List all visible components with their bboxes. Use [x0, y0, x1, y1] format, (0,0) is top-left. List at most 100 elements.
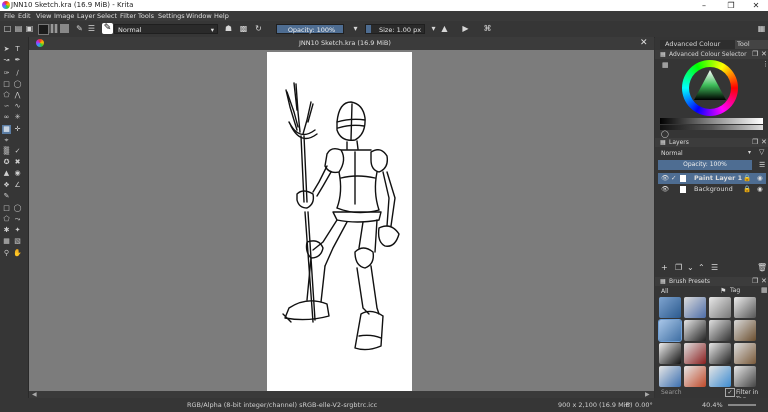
- history-icon[interactable]: ◯: [661, 130, 669, 138]
- rotation-value[interactable]: 0.00°: [635, 401, 653, 409]
- alpha-lock-icon[interactable]: ◉: [757, 184, 763, 195]
- calligraphy-tool-icon[interactable]: ✒: [13, 56, 22, 65]
- brush-preset[interactable]: [658, 319, 682, 342]
- menu-tools[interactable]: Tools: [138, 12, 154, 20]
- crop-tool-icon[interactable]: ⌖: [2, 136, 11, 145]
- layer-properties-icon[interactable]: ☰: [711, 263, 718, 272]
- menu-image[interactable]: Image: [54, 12, 74, 20]
- scroll-right-icon[interactable]: ▶: [645, 391, 650, 398]
- size-slider[interactable]: Size: 1.00 px: [365, 24, 425, 34]
- close-window-button[interactable]: ✕: [745, 0, 767, 11]
- brush-preset[interactable]: [734, 343, 756, 364]
- menu-view[interactable]: View: [36, 12, 51, 20]
- select-shapes-tool-icon[interactable]: ➤: [2, 45, 11, 54]
- menu-layer[interactable]: Layer: [77, 12, 95, 20]
- blend-mode-select[interactable]: Normal ▾: [114, 24, 218, 34]
- brush-preset[interactable]: [709, 320, 731, 341]
- move-tool-icon[interactable]: ✛: [13, 125, 22, 134]
- gradient-icon[interactable]: [49, 24, 58, 33]
- menu-file[interactable]: File: [4, 12, 15, 20]
- menu-select[interactable]: Select: [97, 12, 117, 20]
- color-sampler-tool-icon[interactable]: ✓: [13, 147, 22, 156]
- brush-preset[interactable]: [734, 320, 756, 341]
- filter-in-tag-checkbox[interactable]: ✓: [725, 388, 735, 397]
- brush-preset-icon[interactable]: ✎: [102, 23, 113, 34]
- hue-ring[interactable]: [682, 60, 738, 116]
- new-document-icon[interactable]: □: [3, 24, 12, 33]
- brush-settings-icon[interactable]: ☰: [87, 24, 96, 33]
- brush-preset[interactable]: [659, 366, 681, 387]
- polyline-tool-icon[interactable]: ⋀: [13, 91, 22, 100]
- eye-icon[interactable]: 👁: [661, 184, 669, 195]
- move-down-icon[interactable]: ⌄: [687, 263, 694, 272]
- edit-shapes-tool-icon[interactable]: ↝: [2, 56, 11, 65]
- tab-tool-options[interactable]: Tool Opt...: [735, 40, 768, 57]
- brush-preset[interactable]: [684, 343, 706, 364]
- brush-view-icon[interactable]: ▦: [761, 286, 768, 294]
- shade-slider[interactable]: [660, 125, 763, 130]
- size-options-icon[interactable]: ▾: [429, 24, 438, 33]
- reference-tool-icon[interactable]: ✎: [2, 192, 11, 201]
- bezier-tool-icon[interactable]: ∽: [2, 102, 11, 111]
- layer-row[interactable]: 👁 Background 🔒 ◉: [658, 184, 766, 195]
- rectangle-tool-icon[interactable]: □: [2, 80, 11, 89]
- duplicate-layer-icon[interactable]: ❐: [675, 263, 682, 272]
- gradient-tool-icon[interactable]: ▒: [2, 147, 11, 156]
- zoom-value[interactable]: 40.4%: [702, 401, 723, 409]
- rotate-left-icon[interactable]: ↶: [625, 401, 630, 409]
- dynamic-brush-tool-icon[interactable]: ∞: [2, 113, 11, 122]
- menu-icon[interactable]: ☰: [759, 161, 765, 169]
- polygonal-selection-icon[interactable]: ⬠: [2, 215, 11, 224]
- brush-preset[interactable]: [709, 366, 731, 387]
- horizontal-scrollbar[interactable]: ◀ ▶: [29, 391, 654, 398]
- magnetic-selection-icon[interactable]: ▧: [13, 237, 22, 246]
- similar-selection-icon[interactable]: ✦: [13, 226, 22, 235]
- foreground-color-swatch[interactable]: [38, 24, 49, 35]
- filter-icon[interactable]: ▽: [759, 148, 764, 156]
- layer-opacity-slider[interactable]: Opacity: 100%: [658, 160, 752, 170]
- close-icon[interactable]: ✕: [761, 277, 767, 285]
- tab-advanced-colour-selector[interactable]: Advanced Colour Sele...: [660, 40, 735, 57]
- eraser-mode-icon[interactable]: ☗: [224, 24, 233, 33]
- transform-tool-icon[interactable]: ▦: [2, 125, 11, 134]
- freehand-selection-icon[interactable]: ⤳: [13, 215, 22, 224]
- scroll-left-icon[interactable]: ◀: [32, 391, 37, 398]
- checkbox-icon[interactable]: ✓: [671, 173, 676, 184]
- close-document-icon[interactable]: ✕: [640, 38, 648, 48]
- assistant-tool-icon[interactable]: ❖: [2, 181, 11, 190]
- fill-tool-icon[interactable]: ▲: [2, 169, 11, 178]
- brush-preset[interactable]: [684, 297, 706, 318]
- elliptical-selection-icon[interactable]: ◯: [13, 204, 22, 213]
- smart-patch-tool-icon[interactable]: ✖: [13, 158, 22, 167]
- workspace-icon[interactable]: ▦: [757, 24, 766, 33]
- chevron-down-icon[interactable]: ▾: [748, 149, 751, 156]
- brush-preset[interactable]: [684, 366, 706, 387]
- measure-tool-icon[interactable]: ∠: [13, 181, 22, 190]
- menu-filter[interactable]: Filter: [120, 12, 136, 20]
- multibrush-tool-icon[interactable]: ✳: [13, 113, 22, 122]
- colour-settings-icon[interactable]: ▦: [662, 61, 669, 69]
- open-icon[interactable]: ▤: [14, 24, 23, 33]
- float-icon[interactable]: ❐: [752, 50, 758, 58]
- move-up-icon[interactable]: ⌃: [698, 263, 705, 272]
- ellipse-tool-icon[interactable]: ◯: [13, 80, 22, 89]
- preserve-alpha-icon[interactable]: ▩: [239, 24, 248, 33]
- brush-filter-select[interactable]: All: [658, 287, 721, 296]
- alpha-lock-icon[interactable]: ◉: [757, 173, 763, 184]
- pan-tool-icon[interactable]: ✋: [13, 249, 22, 258]
- enclose-fill-tool-icon[interactable]: ◉: [13, 169, 22, 178]
- layer-row[interactable]: 👁 ✓ Paint Layer 1 🔒 ◉: [658, 173, 766, 184]
- reload-preset-icon[interactable]: ↻: [254, 24, 263, 33]
- menu-help[interactable]: Help: [214, 12, 229, 20]
- freehand-brush-tool-icon[interactable]: ✑: [2, 69, 11, 78]
- rectangular-selection-icon[interactable]: □: [2, 204, 11, 213]
- float-icon[interactable]: ❐: [752, 277, 758, 285]
- mirror-horizontal-icon[interactable]: ▲: [440, 24, 449, 33]
- opacity-slider[interactable]: Opacity: 100%: [276, 24, 344, 34]
- minimize-button[interactable]: –: [693, 0, 715, 11]
- contiguous-selection-icon[interactable]: ✱: [2, 226, 11, 235]
- maximize-button[interactable]: ❐: [720, 0, 742, 11]
- freehand-path-tool-icon[interactable]: ∿: [13, 102, 22, 111]
- save-icon[interactable]: ▣: [25, 24, 34, 33]
- value-slider[interactable]: [660, 118, 763, 124]
